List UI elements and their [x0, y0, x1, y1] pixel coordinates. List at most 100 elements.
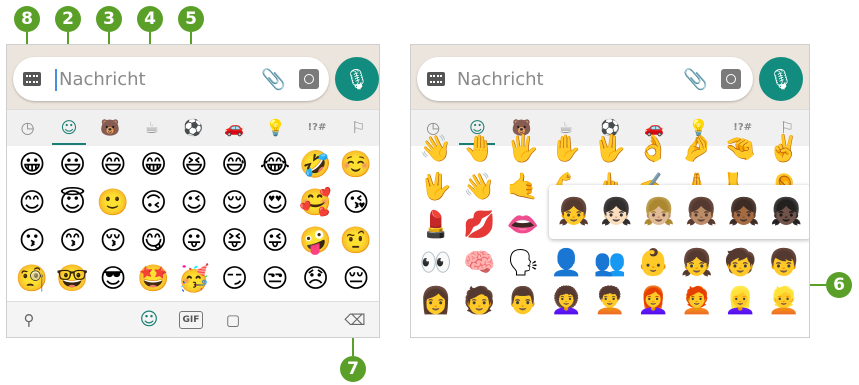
emoji-cell[interactable]: 😏 — [214, 260, 256, 298]
emoji-cell[interactable]: 👥 — [589, 244, 631, 282]
skin-tone-option[interactable]: 👧 — [553, 193, 595, 231]
emoji-cell[interactable]: 👦 — [763, 244, 805, 282]
emoji-cell[interactable]: 🖖 — [415, 168, 457, 206]
emoji-cell[interactable]: 🖖 — [589, 130, 631, 168]
emoji-cell[interactable]: 😜 — [254, 222, 296, 260]
emoji-cell[interactable]: 😛 — [173, 222, 215, 260]
emoji-cell[interactable]: 😂 — [254, 146, 296, 184]
tab-cup-icon[interactable]: ☕ — [138, 114, 166, 142]
paperclip-icon[interactable]: 📎 — [261, 67, 286, 91]
emoji-cell[interactable]: 👩‍🦰 — [633, 282, 675, 320]
tab-symbols-icon[interactable]: !?# — [303, 114, 331, 142]
skin-tone-option[interactable]: 👧🏻 — [596, 193, 638, 231]
emoji-cell[interactable]: 👋 — [415, 130, 457, 168]
emoji-cell[interactable]: 😍 — [254, 184, 296, 222]
emoji-cell[interactable]: 🗣 — [502, 244, 544, 282]
emoji-cell[interactable]: 🤪 — [295, 222, 337, 260]
emoji-cell[interactable]: 💄 — [415, 206, 457, 244]
emoji-cell[interactable]: 👩 — [415, 282, 457, 320]
emoji-cell[interactable]: 🙂 — [92, 184, 134, 222]
skin-tone-option[interactable]: 👧🏾 — [723, 193, 765, 231]
emoji-cell[interactable]: 👨 — [502, 282, 544, 320]
skin-tone-option[interactable]: 👧🏽 — [681, 193, 723, 231]
emoji-cell[interactable]: 🤓 — [52, 260, 94, 298]
emoji-cell[interactable]: 👄 — [502, 206, 544, 244]
emoji-cell[interactable]: 🧒 — [720, 244, 762, 282]
emoji-cell[interactable]: 👋 — [459, 168, 501, 206]
emoji-cell[interactable]: 👀 — [415, 244, 457, 282]
emoji-cell[interactable]: 😃 — [52, 146, 94, 184]
emoji-cell[interactable]: 😆 — [173, 146, 215, 184]
message-placeholder[interactable]: Nachricht — [59, 69, 146, 90]
emoji-cell[interactable]: 😞 — [295, 260, 337, 298]
emoji-cell[interactable]: 🙃 — [133, 184, 175, 222]
search-icon[interactable]: ⚲ — [17, 308, 41, 332]
gif-icon[interactable]: GIF — [179, 311, 203, 329]
tab-ball-icon[interactable]: ⚽ — [179, 114, 207, 142]
emoji-cell[interactable]: 🤚 — [459, 130, 501, 168]
emoji-cell[interactable]: 😁 — [133, 146, 175, 184]
emoji-cell[interactable]: 👶 — [633, 244, 675, 282]
emoji-cell[interactable]: 🤙 — [502, 168, 544, 206]
tab-car-icon[interactable]: 🚗 — [220, 114, 248, 142]
emoji-cell[interactable]: 👧 — [676, 244, 718, 282]
emoji-cell[interactable]: 🧑‍🦱 — [589, 282, 631, 320]
emoji-cell[interactable]: 🤣 — [295, 146, 337, 184]
skin-tone-option[interactable]: 👧🏿 — [766, 193, 808, 231]
emoji-cell[interactable]: 🧐 — [11, 260, 53, 298]
mic-button-right[interactable]: 🎙 — [759, 57, 803, 101]
emoji-cell[interactable]: 🥰 — [295, 184, 337, 222]
emoji-cell[interactable]: 😔 — [335, 260, 377, 298]
emoji-cell[interactable]: 🖐 — [502, 130, 544, 168]
emoji-cell[interactable]: ☺️ — [335, 146, 377, 184]
emoji-cell[interactable]: 🧠 — [459, 244, 501, 282]
emoji-cell[interactable]: 🥳 — [173, 260, 215, 298]
emoji-cell[interactable]: 🤌 — [676, 130, 718, 168]
emoji-cell[interactable]: 😎 — [92, 260, 134, 298]
emoji-cell[interactable]: 👱 — [763, 282, 805, 320]
keyboard-icon[interactable] — [427, 72, 445, 86]
message-input-bar[interactable]: Nachricht 📎 — [13, 57, 329, 101]
emoji-cell[interactable]: 💋 — [459, 206, 501, 244]
emoji-cell[interactable]: 😝 — [214, 222, 256, 260]
backspace-icon[interactable]: ⌫ — [343, 308, 367, 332]
emoji-cell[interactable]: 🤨 — [335, 222, 377, 260]
emoji-cell[interactable]: 😙 — [52, 222, 94, 260]
emoji-cell[interactable]: 😀 — [11, 146, 53, 184]
emoji-cell[interactable]: 👩‍🦱 — [546, 282, 588, 320]
emoji-cell[interactable]: 😄 — [92, 146, 134, 184]
emoji-cell[interactable]: 😋 — [133, 222, 175, 260]
camera-icon[interactable] — [299, 69, 319, 89]
camera-icon[interactable] — [721, 69, 741, 89]
emoji-cell[interactable]: 🧑 — [459, 282, 501, 320]
tab-bulb-icon[interactable]: 💡 — [262, 114, 290, 142]
message-placeholder-right[interactable]: Nachricht — [457, 69, 544, 90]
tab-smiley-icon[interactable]: ☺ — [55, 114, 83, 142]
emoji-cell[interactable]: ✌️ — [763, 130, 805, 168]
emoji-cell[interactable]: 😇 — [52, 184, 94, 222]
tab-clock-icon[interactable]: ◷ — [14, 114, 42, 142]
emoji-cell[interactable]: 🤏 — [720, 130, 762, 168]
emoji-cell[interactable]: 😌 — [214, 184, 256, 222]
keyboard-icon[interactable] — [23, 72, 41, 86]
skin-tone-option[interactable]: 👧🏼 — [638, 193, 680, 231]
mic-button[interactable]: 🎙 — [335, 57, 379, 101]
emoji-cell[interactable]: 😚 — [92, 222, 134, 260]
emoji-cell[interactable]: 👌 — [633, 130, 675, 168]
tab-flag-icon[interactable]: ⚐ — [344, 114, 372, 142]
emoji-cell[interactable]: 😅 — [214, 146, 256, 184]
emoji-cell[interactable]: 😗 — [11, 222, 53, 260]
emoji-cell[interactable]: 🧑‍🦰 — [676, 282, 718, 320]
paperclip-icon[interactable]: 📎 — [683, 67, 708, 91]
emoji-cell[interactable]: 🤩 — [133, 260, 175, 298]
sticker-icon[interactable]: ▢ — [221, 308, 245, 332]
emoji-cell[interactable]: 👱‍♀️ — [720, 282, 762, 320]
emoji-cell[interactable]: 😉 — [173, 184, 215, 222]
tab-bear-icon[interactable]: 🐻 — [96, 114, 124, 142]
message-input-bar-right[interactable]: Nachricht 📎 — [417, 57, 753, 101]
emoji-cell[interactable]: ✋ — [546, 130, 588, 168]
emoji-cell[interactable]: 😊 — [11, 184, 53, 222]
emoji-cell[interactable]: 😘 — [335, 184, 377, 222]
emoji-tab-icon[interactable]: ☺ — [137, 308, 161, 332]
emoji-cell[interactable]: 👤 — [546, 244, 588, 282]
